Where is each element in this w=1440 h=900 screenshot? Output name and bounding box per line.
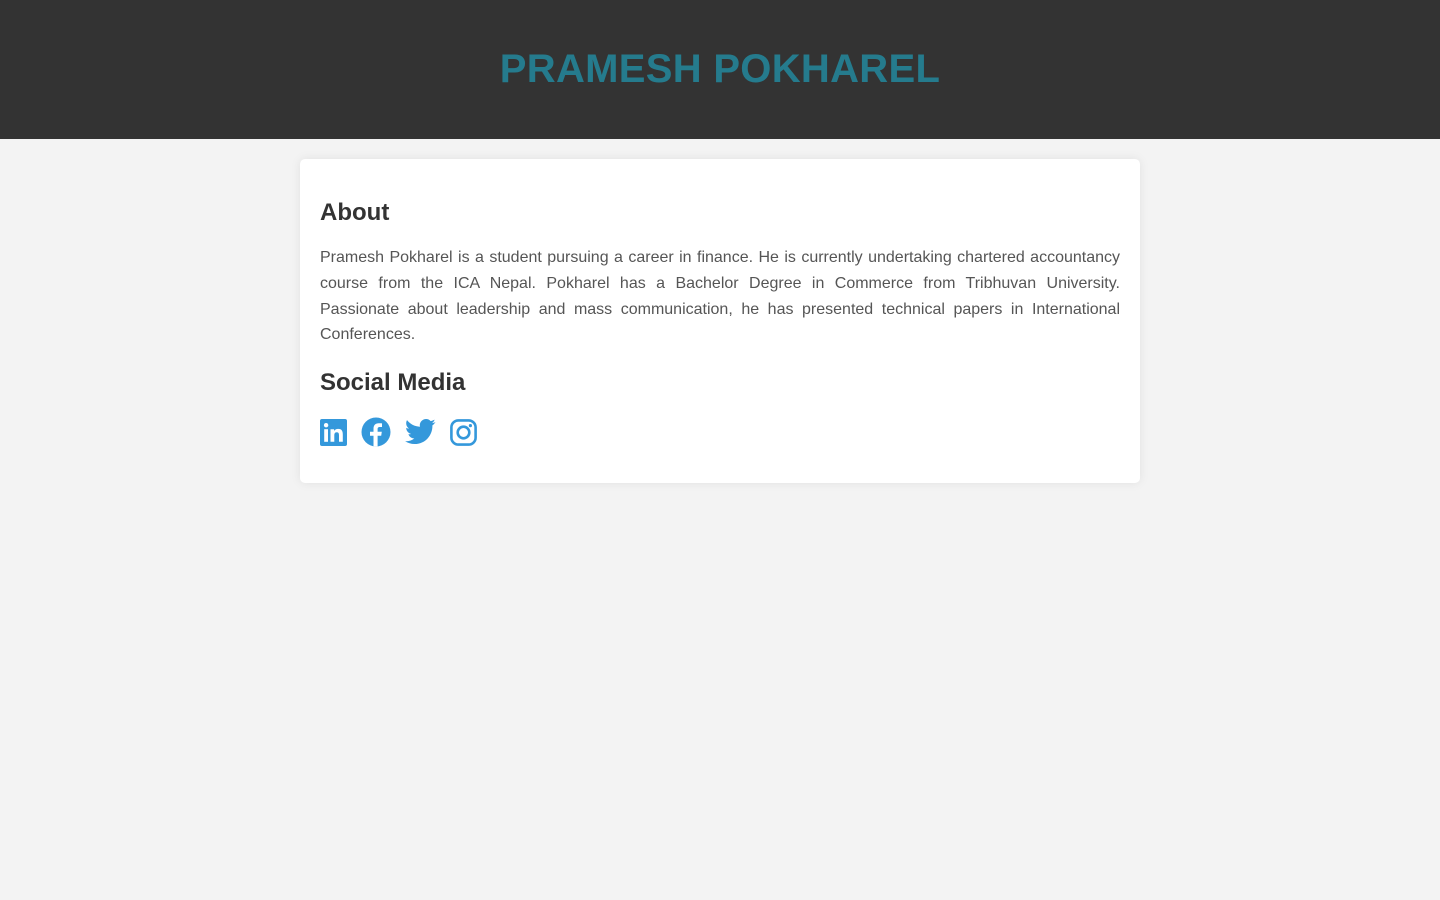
instagram-link[interactable]	[450, 418, 477, 446]
twitter-icon	[405, 419, 436, 445]
profile-card: About Pramesh Pokharel is a student purs…	[300, 159, 1140, 483]
facebook-link[interactable]	[361, 417, 391, 447]
page-title: PRAMESH POKHAREL	[499, 47, 941, 91]
about-text: Pramesh Pokharel is a student pursuing a…	[320, 249, 1120, 344]
linkedin-link[interactable]	[320, 418, 347, 446]
social-media-heading: Social Media	[320, 369, 466, 397]
site-header: PRAMESH POKHAREL	[0, 0, 1440, 139]
linkedin-icon	[320, 418, 347, 446]
twitter-link[interactable]	[405, 419, 436, 445]
social-links	[320, 417, 1120, 447]
facebook-icon	[361, 417, 391, 447]
instagram-icon	[450, 418, 477, 446]
about-heading: About	[320, 199, 390, 226]
